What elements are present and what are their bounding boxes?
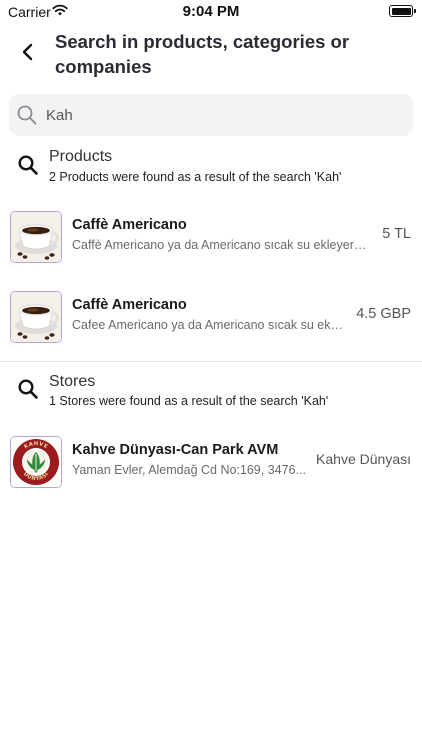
search-input[interactable] (46, 106, 386, 124)
product-title: Caffè Americano (72, 297, 187, 313)
coffee-cup-icon (11, 212, 61, 262)
product-row[interactable]: Caffè Americano Caffè Americano ya da Am… (0, 211, 422, 269)
clock: 9:04 PM (182, 3, 240, 20)
chevron-left-icon (22, 43, 33, 61)
product-image (10, 291, 62, 343)
product-title: Caffè Americano (72, 217, 187, 233)
search-bar[interactable] (9, 94, 413, 136)
store-row[interactable]: KAHVE DÜNYASI Kahve Dünyası-Can Park AVM… (0, 436, 422, 494)
product-description: Cafee Americano ya da Americano sıcak su… (72, 318, 344, 332)
back-button[interactable] (16, 40, 40, 64)
stores-section-subtitle: 1 Stores were found as a result of the s… (49, 394, 329, 408)
stores-section-title: Stores (49, 373, 96, 390)
store-logo: KAHVE DÜNYASI (10, 436, 62, 488)
products-section-header: Products 2 Products were found as a resu… (0, 146, 422, 190)
coffee-cup-icon (11, 292, 61, 342)
product-description: Caffè Americano ya da Americano sıcak su… (72, 238, 372, 252)
store-address: Yaman Evler, Alemdağ Cd No:169, 3476... (72, 463, 306, 477)
product-row[interactable]: Caffè Americano Cafee Americano ya da Am… (0, 291, 422, 349)
products-section-subtitle: 2 Products were found as a result of the… (49, 170, 342, 184)
product-price: 5 TL (382, 226, 411, 242)
page-title: Search in products, categories or compan… (55, 31, 350, 77)
product-image (10, 211, 62, 263)
search-icon (18, 155, 38, 175)
product-price: 4.5 GBP (356, 306, 411, 322)
section-divider (0, 361, 422, 362)
products-section-title: Products (49, 148, 113, 165)
stores-section-header: Stores 1 Stores were found as a result o… (0, 370, 422, 414)
search-icon (17, 105, 37, 125)
store-title: Kahve Dünyası-Can Park AVM (72, 442, 279, 458)
status-bar: Carrier 9:04 PM (0, 0, 422, 22)
store-brand: Kahve Dünyası (316, 451, 411, 467)
battery-icon (389, 5, 416, 17)
kahve-dunyasi-logo: KAHVE DÜNYASI (11, 437, 61, 487)
search-icon (18, 379, 38, 399)
